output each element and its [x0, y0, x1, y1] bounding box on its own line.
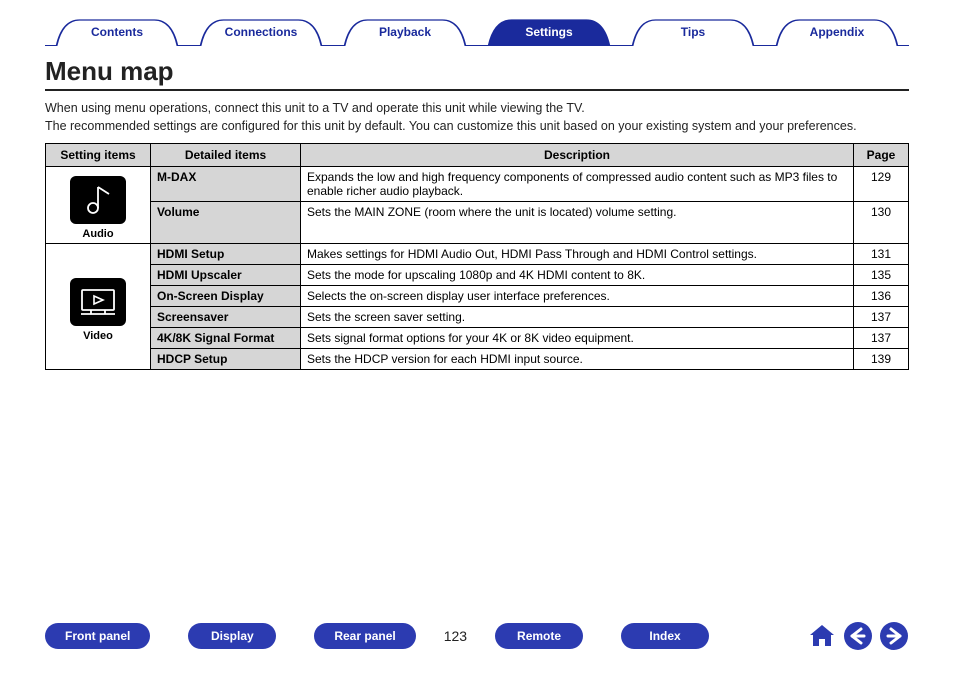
row-screensaver: Screensaver Sets the screen saver settin… — [46, 307, 909, 328]
tab-playback[interactable]: Playback — [333, 18, 477, 45]
th-detailed-items: Detailed items — [151, 144, 301, 167]
page-link-131[interactable]: 131 — [854, 244, 909, 265]
page-link-137b[interactable]: 137 — [854, 328, 909, 349]
th-description: Description — [301, 144, 854, 167]
settings-table: Setting items Detailed items Description… — [45, 143, 909, 370]
display-button[interactable]: Display — [188, 623, 276, 649]
index-button[interactable]: Index — [621, 623, 709, 649]
prev-page-icon[interactable] — [843, 621, 873, 651]
row-hdmi-setup: Video HDMI Setup Makes settings for HDMI… — [46, 244, 909, 265]
page-link-136[interactable]: 136 — [854, 286, 909, 307]
top-tab-bar: Contents Connections Playback Settings T… — [45, 18, 909, 46]
page-title: Menu map — [45, 56, 909, 87]
row-osd: On-Screen Display Selects the on-screen … — [46, 286, 909, 307]
group-audio: Audio — [46, 167, 151, 244]
row-hdmi-upscaler: HDMI Upscaler Sets the mode for upscalin… — [46, 265, 909, 286]
home-icon[interactable] — [807, 621, 837, 651]
th-setting-items: Setting items — [46, 144, 151, 167]
rear-panel-button[interactable]: Rear panel — [314, 623, 415, 649]
front-panel-button[interactable]: Front panel — [45, 623, 150, 649]
tab-contents[interactable]: Contents — [45, 18, 189, 45]
row-hdcp: HDCP Setup Sets the HDCP version for eac… — [46, 349, 909, 370]
page-number: 123 — [440, 628, 471, 644]
page-link-129[interactable]: 129 — [854, 167, 909, 202]
audio-icon — [70, 176, 126, 224]
page-link-137a[interactable]: 137 — [854, 307, 909, 328]
tab-appendix[interactable]: Appendix — [765, 18, 909, 45]
remote-button[interactable]: Remote — [495, 623, 583, 649]
page-link-139[interactable]: 139 — [854, 349, 909, 370]
tab-tips[interactable]: Tips — [621, 18, 765, 45]
title-rule — [45, 89, 909, 91]
th-page: Page — [854, 144, 909, 167]
page-link-130[interactable]: 130 — [854, 202, 909, 244]
group-video: Video — [46, 244, 151, 370]
bottom-bar: Front panel Display Rear panel 123 Remot… — [45, 621, 909, 651]
page-link-135[interactable]: 135 — [854, 265, 909, 286]
video-icon — [70, 278, 126, 326]
next-page-icon[interactable] — [879, 621, 909, 651]
tab-connections[interactable]: Connections — [189, 18, 333, 45]
row-4k8k: 4K/8K Signal Format Sets signal format o… — [46, 328, 909, 349]
intro-text: When using menu operations, connect this… — [45, 99, 909, 135]
row-mdax: Audio M-DAX Expands the low and high fre… — [46, 167, 909, 202]
row-volume: Volume Sets the MAIN ZONE (room where th… — [46, 202, 909, 244]
tab-settings[interactable]: Settings — [477, 18, 621, 45]
